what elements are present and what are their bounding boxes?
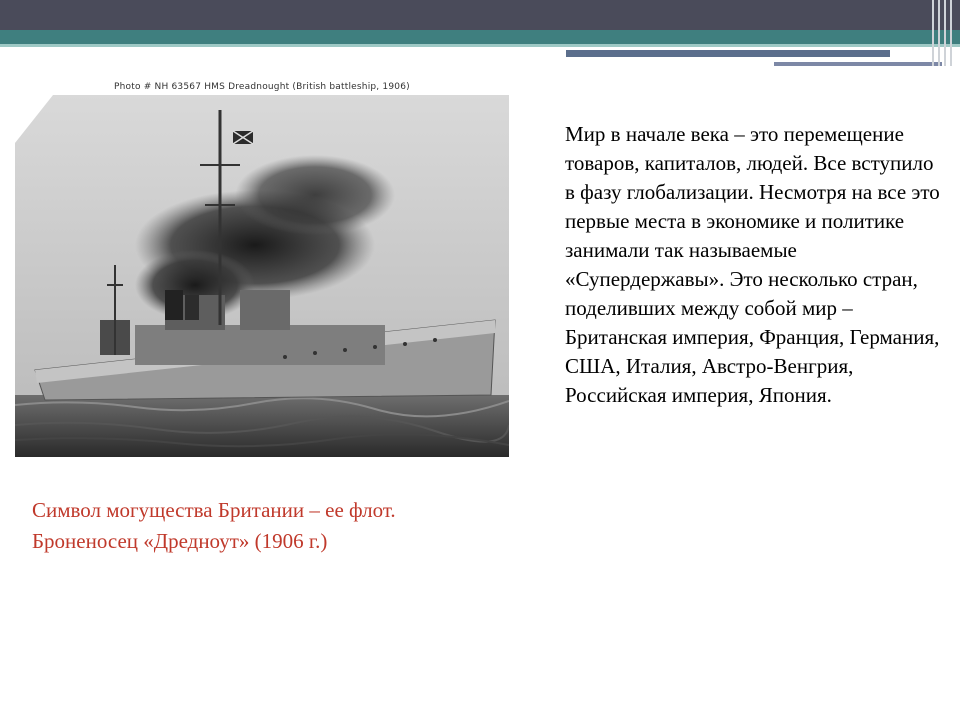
main-text: Мир в начале века – это перемещение това… [565, 122, 940, 407]
header-teal-line [0, 44, 960, 47]
header-teal-band [0, 30, 960, 44]
battleship-photo [15, 95, 509, 457]
header-accent-bar [566, 50, 890, 57]
header-bar [0, 0, 960, 30]
photo-caption-text: Символ могущества Британии – ее флот. Бр… [32, 498, 396, 553]
header-accent-line [774, 62, 942, 66]
photo-caption: Photo # NH 63567 HMS Dreadnought (Britis… [114, 82, 410, 92]
header-decor-lines [928, 0, 960, 66]
